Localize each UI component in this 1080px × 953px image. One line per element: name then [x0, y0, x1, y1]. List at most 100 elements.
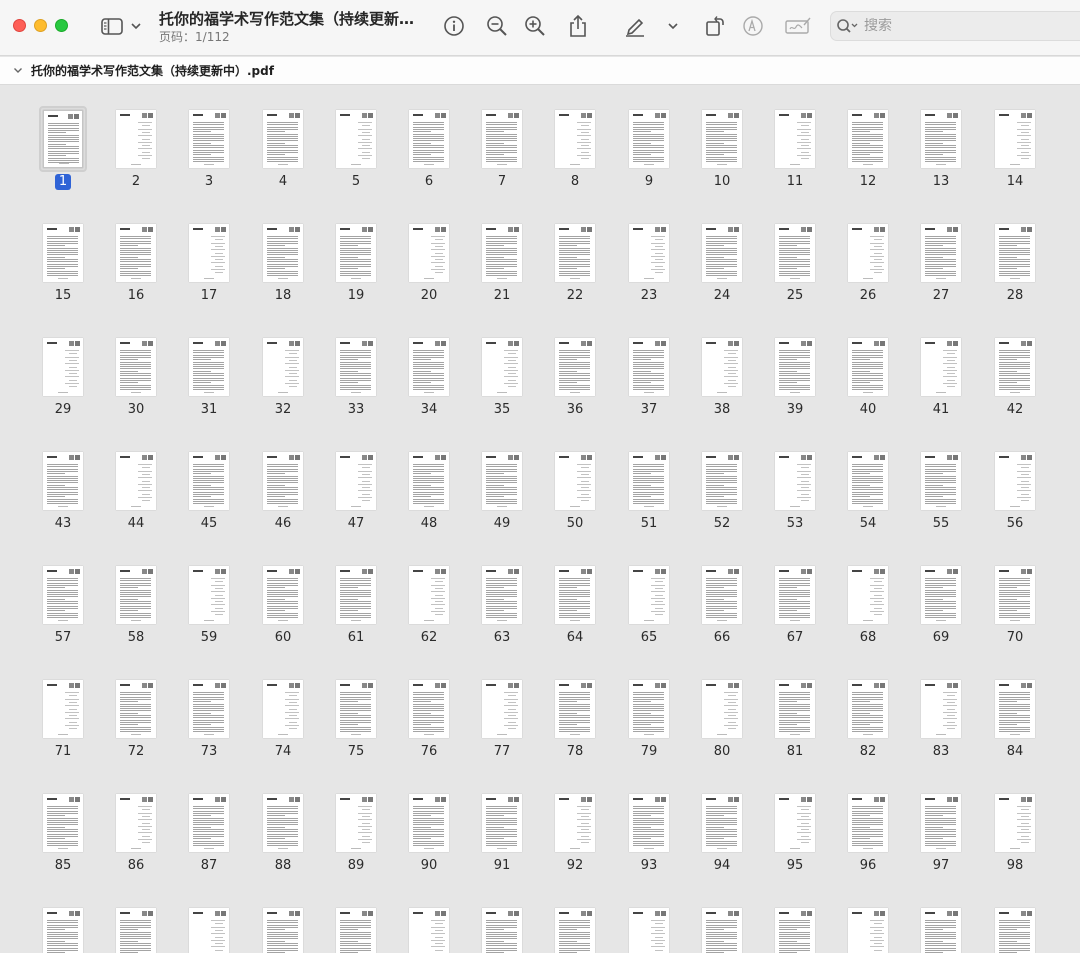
page-thumbnail[interactable]: 44 — [106, 428, 166, 531]
search-field[interactable] — [830, 11, 1080, 41]
page-thumbnail[interactable] — [326, 884, 386, 953]
page-thumbnail[interactable]: 89 — [326, 770, 386, 873]
sidebar-toggle-button[interactable] — [98, 12, 126, 40]
page-thumbnail[interactable]: 47 — [326, 428, 386, 531]
page-thumbnail[interactable]: 82 — [838, 656, 898, 759]
page-thumbnail[interactable]: 51 — [619, 428, 679, 531]
page-thumbnail[interactable]: 78 — [545, 656, 605, 759]
page-thumbnail[interactable]: 87 — [179, 770, 239, 873]
markup-options-button[interactable] — [664, 12, 682, 40]
page-thumbnail[interactable]: 45 — [179, 428, 239, 531]
page-thumbnail[interactable]: 20 — [399, 200, 459, 303]
page-thumbnail[interactable]: 85 — [33, 770, 93, 873]
page-thumbnail[interactable]: 1 — [33, 86, 93, 190]
page-thumbnail[interactable]: 65 — [619, 542, 679, 645]
page-thumbnail[interactable]: 14 — [985, 86, 1045, 189]
page-thumbnail[interactable]: 55 — [911, 428, 971, 531]
page-thumbnail[interactable]: 66 — [692, 542, 752, 645]
page-thumbnail[interactable]: 13 — [911, 86, 971, 189]
signature-button[interactable] — [783, 12, 813, 40]
page-thumbnail[interactable]: 54 — [838, 428, 898, 531]
page-thumbnail[interactable] — [985, 884, 1045, 953]
page-thumbnail[interactable]: 4 — [253, 86, 313, 189]
rotate-button[interactable] — [701, 12, 729, 40]
zoom-window-button[interactable] — [55, 19, 68, 32]
page-thumbnail[interactable]: 6 — [399, 86, 459, 189]
page-thumbnail[interactable] — [399, 884, 459, 953]
page-thumbnail[interactable]: 73 — [179, 656, 239, 759]
page-thumbnail[interactable]: 94 — [692, 770, 752, 873]
page-thumbnail[interactable] — [472, 884, 532, 953]
page-thumbnail[interactable]: 42 — [985, 314, 1045, 417]
page-thumbnail[interactable]: 22 — [545, 200, 605, 303]
page-thumbnail[interactable]: 29 — [33, 314, 93, 417]
sidebar-options-button[interactable] — [127, 12, 145, 40]
page-thumbnail[interactable]: 67 — [765, 542, 825, 645]
page-thumbnail[interactable]: 33 — [326, 314, 386, 417]
page-thumbnail[interactable]: 41 — [911, 314, 971, 417]
search-input[interactable] — [864, 18, 1064, 34]
page-thumbnail[interactable]: 68 — [838, 542, 898, 645]
page-thumbnail[interactable]: 10 — [692, 86, 752, 189]
page-thumbnail[interactable]: 80 — [692, 656, 752, 759]
page-thumbnail[interactable]: 79 — [619, 656, 679, 759]
highlight-button[interactable] — [739, 12, 767, 40]
page-thumbnail[interactable]: 48 — [399, 428, 459, 531]
page-thumbnail[interactable]: 56 — [985, 428, 1045, 531]
page-thumbnail[interactable]: 49 — [472, 428, 532, 531]
page-thumbnail[interactable]: 63 — [472, 542, 532, 645]
info-button[interactable] — [440, 12, 468, 40]
search-options[interactable] — [836, 18, 860, 34]
page-thumbnail[interactable]: 62 — [399, 542, 459, 645]
page-thumbnail[interactable]: 8 — [545, 86, 605, 189]
page-thumbnail[interactable]: 5 — [326, 86, 386, 189]
page-thumbnail[interactable]: 52 — [692, 428, 752, 531]
page-thumbnail[interactable]: 71 — [33, 656, 93, 759]
page-thumbnail[interactable]: 58 — [106, 542, 166, 645]
page-thumbnail[interactable]: 59 — [179, 542, 239, 645]
minimize-window-button[interactable] — [34, 19, 47, 32]
page-thumbnail[interactable] — [33, 884, 93, 953]
markup-button[interactable] — [621, 12, 649, 40]
page-thumbnail[interactable]: 16 — [106, 200, 166, 303]
page-thumbnail[interactable]: 38 — [692, 314, 752, 417]
page-thumbnail[interactable]: 69 — [911, 542, 971, 645]
page-thumbnail[interactable]: 30 — [106, 314, 166, 417]
page-thumbnail[interactable]: 40 — [838, 314, 898, 417]
page-thumbnail[interactable]: 21 — [472, 200, 532, 303]
page-thumbnail[interactable]: 46 — [253, 428, 313, 531]
page-thumbnail[interactable] — [619, 884, 679, 953]
collapse-document-toggle[interactable] — [13, 67, 23, 74]
page-thumbnail[interactable]: 3 — [179, 86, 239, 189]
page-thumbnail[interactable]: 74 — [253, 656, 313, 759]
page-thumbnail[interactable]: 26 — [838, 200, 898, 303]
page-thumbnail[interactable]: 12 — [838, 86, 898, 189]
page-thumbnail[interactable] — [838, 884, 898, 953]
page-thumbnail[interactable]: 27 — [911, 200, 971, 303]
page-thumbnail[interactable]: 60 — [253, 542, 313, 645]
page-thumbnail[interactable]: 76 — [399, 656, 459, 759]
document-header[interactable]: 托你的福学术写作范文集（持续更新中）.pdf — [0, 57, 1080, 85]
page-thumbnail[interactable]: 96 — [838, 770, 898, 873]
page-thumbnail[interactable]: 95 — [765, 770, 825, 873]
page-thumbnail[interactable]: 18 — [253, 200, 313, 303]
page-thumbnail[interactable]: 90 — [399, 770, 459, 873]
page-thumbnail[interactable]: 72 — [106, 656, 166, 759]
page-thumbnail[interactable] — [692, 884, 752, 953]
page-thumbnail[interactable]: 15 — [33, 200, 93, 303]
page-thumbnail[interactable]: 97 — [911, 770, 971, 873]
page-thumbnail[interactable]: 35 — [472, 314, 532, 417]
page-thumbnail[interactable]: 25 — [765, 200, 825, 303]
page-thumbnail[interactable]: 31 — [179, 314, 239, 417]
page-thumbnail[interactable]: 91 — [472, 770, 532, 873]
page-thumbnail[interactable]: 32 — [253, 314, 313, 417]
page-thumbnail[interactable]: 86 — [106, 770, 166, 873]
page-thumbnail[interactable]: 84 — [985, 656, 1045, 759]
page-thumbnail[interactable]: 64 — [545, 542, 605, 645]
page-thumbnail[interactable]: 92 — [545, 770, 605, 873]
zoom-in-button[interactable] — [521, 12, 549, 40]
page-thumbnail[interactable]: 61 — [326, 542, 386, 645]
page-thumbnail[interactable]: 88 — [253, 770, 313, 873]
page-thumbnail[interactable]: 93 — [619, 770, 679, 873]
page-thumbnail[interactable]: 2 — [106, 86, 166, 189]
